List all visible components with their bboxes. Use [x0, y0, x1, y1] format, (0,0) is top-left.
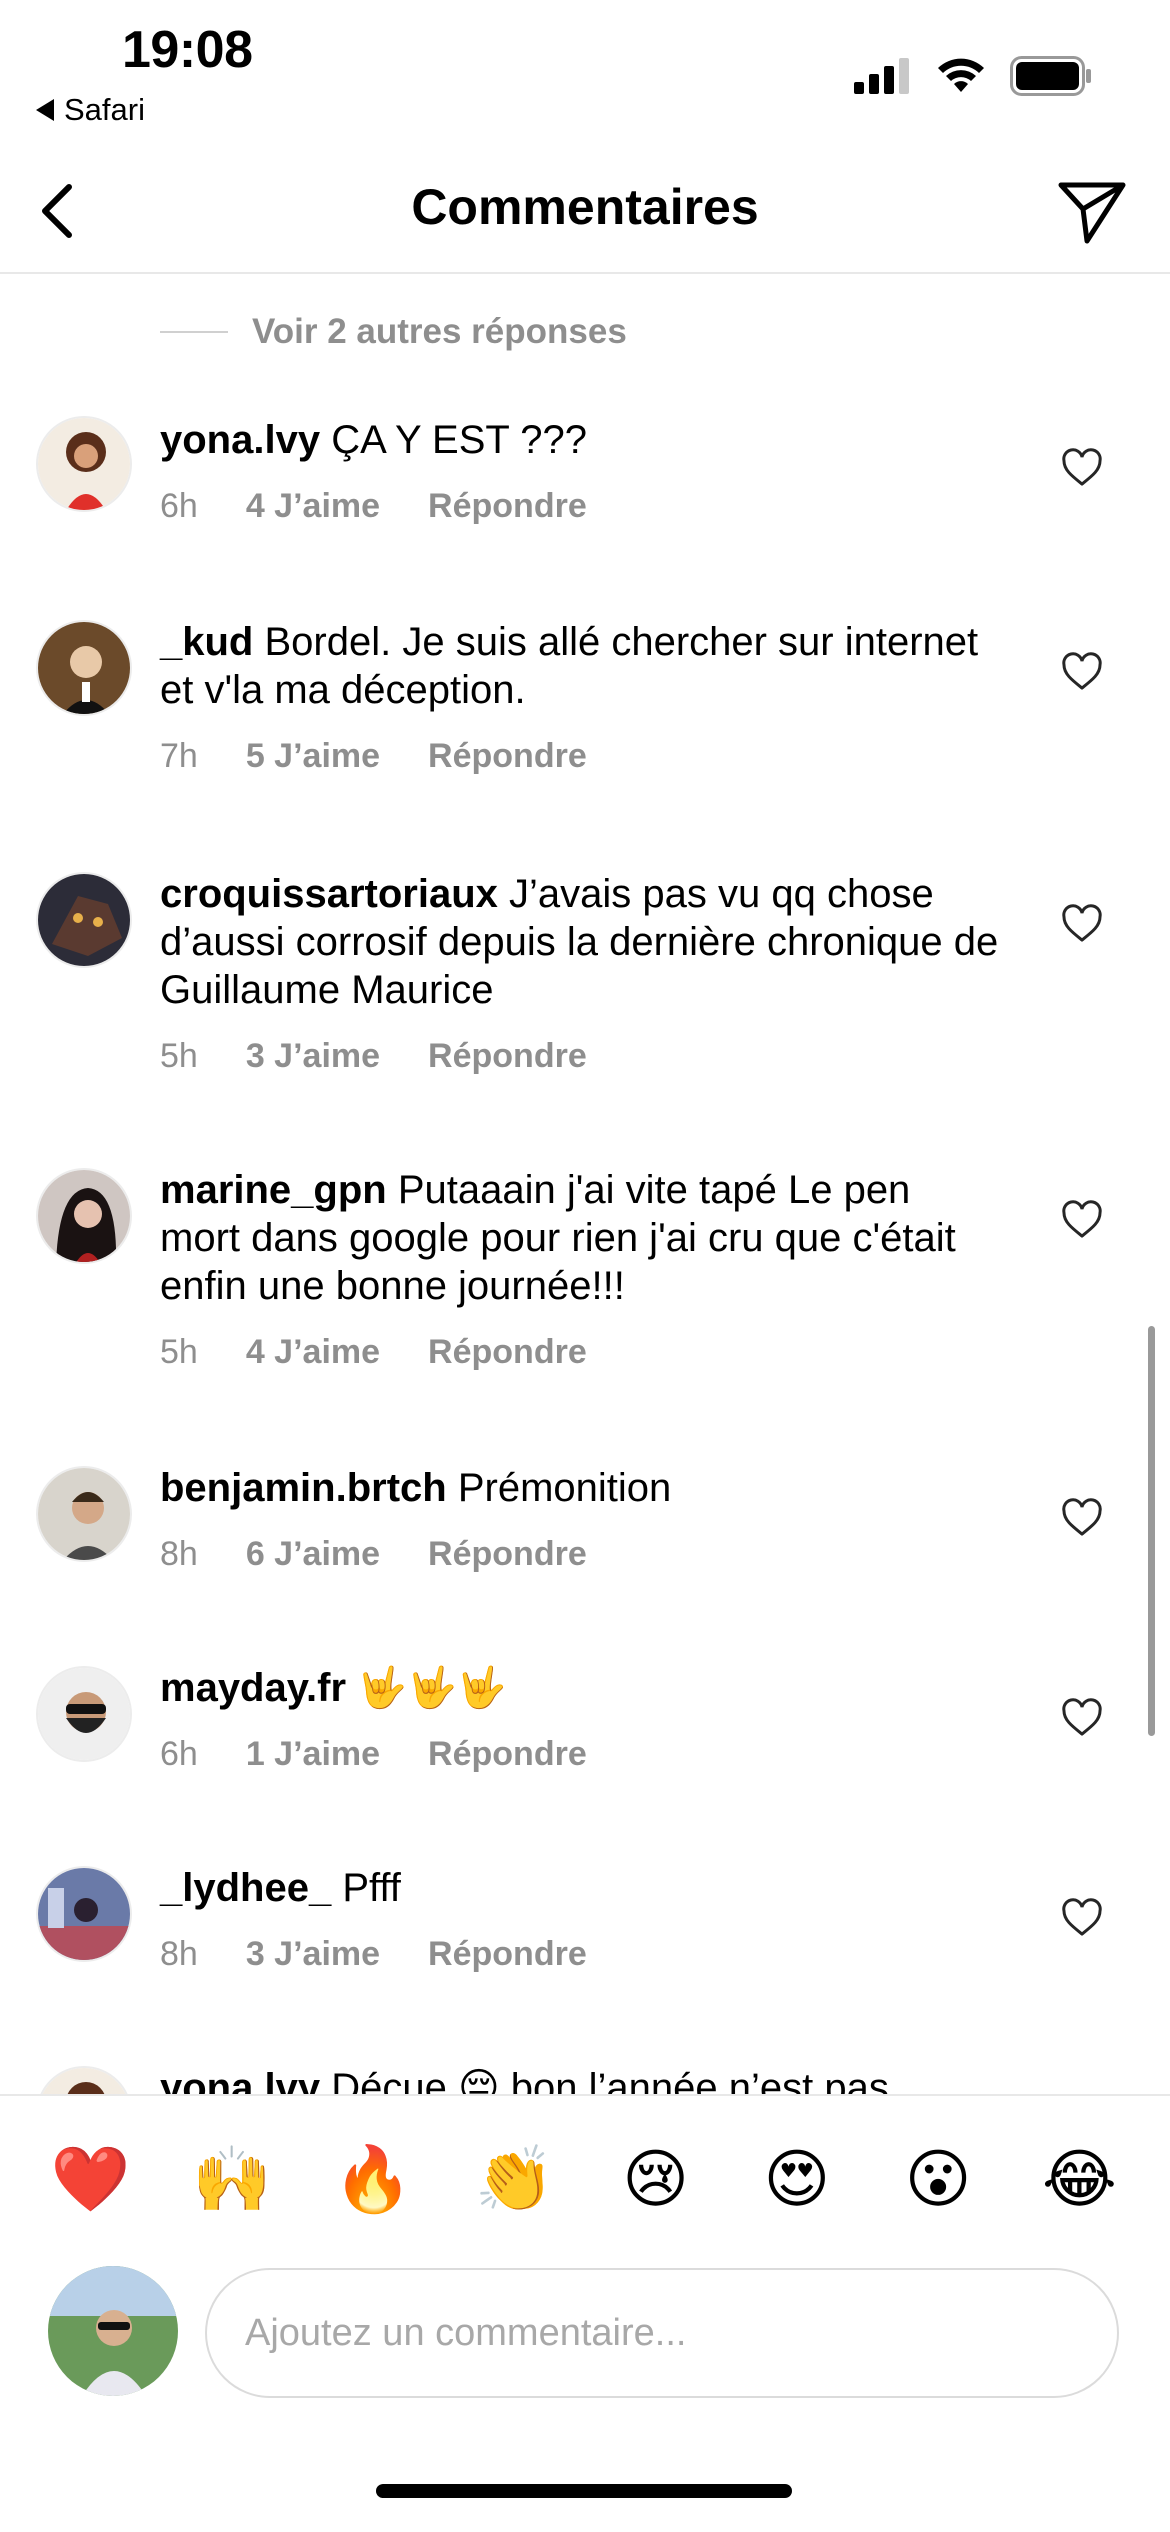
comment-body: yona.lvy ÇA Y EST ??? 6h 4 J’aime Répond… [160, 416, 1000, 530]
heart-outline-icon[interactable] [1060, 446, 1104, 490]
comment-input[interactable] [205, 2268, 1119, 2398]
status-time: 19:08 [122, 21, 253, 79]
share-button[interactable] [1054, 174, 1130, 250]
comment-time: 8h [160, 1935, 198, 1973]
comment-username[interactable]: marine_gpn [160, 1168, 387, 1212]
avatar[interactable] [36, 416, 132, 512]
emoji-fire-button[interactable]: 🔥 [333, 2147, 413, 2211]
reply-button[interactable]: Répondre [428, 1930, 587, 1978]
avatar[interactable] [36, 872, 132, 968]
page-title: Commentaires [411, 179, 759, 235]
comment-meta: 8h 3 J’aime Répondre [160, 1930, 1000, 1978]
comment-likes[interactable]: 6 J’aime [246, 1530, 380, 1578]
comment-text: Déçue 😔 bon l’année n’est pas [331, 2066, 889, 2094]
view-more-replies-button[interactable]: Voir 2 autres réponses [160, 312, 627, 352]
emoji-surprised-button[interactable]: 😮 [898, 2147, 978, 2211]
scrollbar[interactable] [1148, 1326, 1155, 1736]
comment-text: Pfff [342, 1866, 401, 1910]
comment-likes[interactable]: 1 J’aime [246, 1730, 380, 1778]
comment-time: 6h [160, 1735, 198, 1773]
comment-time: 8h [160, 1535, 198, 1573]
comment-likes[interactable]: 4 J’aime [246, 1328, 380, 1376]
comment-meta: 8h 6 J’aime Répondre [160, 1530, 1000, 1578]
reply-button[interactable]: Répondre [428, 1730, 587, 1778]
send-paper-plane-icon [1058, 182, 1126, 244]
comment-username[interactable]: yona.lvy [160, 2066, 320, 2094]
avatar[interactable] [36, 1666, 132, 1762]
emoji-heart-button[interactable]: ❤️ [51, 2147, 131, 2211]
comment-meta: 5h 4 J’aime Répondre [160, 1328, 1000, 1376]
home-indicator[interactable] [376, 2484, 792, 2498]
emoji-raised-hands-button[interactable]: 🙌 [192, 2147, 272, 2211]
header: Commentaires [0, 150, 1170, 274]
reply-button[interactable]: Répondre [428, 1530, 587, 1578]
comment-time: 5h [160, 1037, 198, 1075]
status-bar: 19:08 Safari [0, 0, 1170, 150]
comment-body: mayday.fr 🤟🤟🤟 6h 1 J’aime Répondre [160, 1664, 1000, 1778]
back-to-app-link[interactable]: Safari [36, 92, 145, 128]
heart-outline-icon[interactable] [1060, 1896, 1104, 1940]
divider-line [160, 331, 228, 333]
emoji-heart-eyes-button[interactable]: 😍 [757, 2147, 837, 2211]
comment-likes[interactable]: 3 J’aime [246, 1032, 380, 1080]
reply-button[interactable]: Répondre [428, 1328, 587, 1376]
comment-username[interactable]: yona.lvy [160, 418, 320, 462]
comment-text: Prémonition [457, 1466, 672, 1510]
reply-button[interactable]: Répondre [428, 1032, 587, 1080]
my-avatar [48, 2266, 178, 2396]
comment-text: ÇA Y EST ??? [331, 418, 587, 462]
comment-body: yona.lvy Déçue 😔 bon l’année n’est pas [160, 2064, 1000, 2094]
emoji-crying-button[interactable]: 😢 [616, 2147, 696, 2211]
comment-likes[interactable]: 3 J’aime [246, 1930, 380, 1978]
comment-username[interactable]: mayday.fr [160, 1666, 346, 1710]
comment-composer [0, 2262, 1170, 2410]
comment-username[interactable]: benjamin.brtch [160, 1466, 447, 1510]
comment-likes[interactable]: 4 J’aime [246, 482, 380, 530]
comment-meta: 5h 3 J’aime Répondre [160, 1032, 1000, 1080]
emoji-clap-button[interactable]: 👏 [474, 2147, 555, 2211]
comment-time: 5h [160, 1333, 198, 1371]
comment-meta: 6h 4 J’aime Répondre [160, 482, 1000, 530]
heart-outline-icon[interactable] [1060, 1496, 1104, 1540]
avatar[interactable] [36, 1866, 132, 1962]
comment-body: benjamin.brtch Prémonition 8h 6 J’aime R… [160, 1464, 1000, 1578]
comment-likes[interactable]: 5 J’aime [246, 732, 380, 780]
comment-username[interactable]: _lydhee_ [160, 1866, 331, 1910]
heart-outline-icon[interactable] [1060, 1696, 1104, 1740]
back-app-label: Safari [64, 92, 145, 127]
heart-outline-icon[interactable] [1060, 650, 1104, 694]
comment-username[interactable]: _kud [160, 620, 253, 664]
comment-body: _kud Bordel. Je suis allé chercher sur i… [160, 618, 1000, 780]
comment-meta: 6h 1 J’aime Répondre [160, 1730, 1000, 1778]
reply-button[interactable]: Répondre [428, 732, 587, 780]
comment-body: _lydhee_ Pfff 8h 3 J’aime Répondre [160, 1864, 1000, 1978]
comment-meta: 7h 5 J’aime Répondre [160, 732, 1000, 780]
battery-icon [1010, 56, 1091, 96]
heart-outline-icon[interactable] [1060, 1198, 1104, 1242]
avatar[interactable] [36, 1168, 132, 1264]
comment-list[interactable]: Voir 2 autres réponses yona.lvy ÇA Y EST… [0, 276, 1170, 2094]
back-triangle-icon [36, 99, 54, 121]
comment-time: 6h [160, 487, 198, 525]
comment-body: marine_gpn Putaaain j'ai vite tapé Le pe… [160, 1166, 1000, 1376]
emoji-laughing-button[interactable]: 😂 [1039, 2147, 1119, 2211]
status-icons [854, 56, 1092, 96]
wifi-icon [938, 58, 984, 92]
comment-text: Bordel. Je suis allé chercher sur intern… [160, 620, 979, 712]
avatar[interactable] [36, 1466, 132, 1562]
view-more-replies-label: Voir 2 autres réponses [252, 312, 627, 351]
comment-text: 🤟🤟🤟 [357, 1666, 507, 1710]
comment-time: 7h [160, 737, 198, 775]
heart-outline-icon[interactable] [1060, 902, 1104, 946]
avatar[interactable] [36, 2066, 132, 2094]
avatar[interactable] [36, 620, 132, 716]
comment-body: croquissartoriaux J’avais pas vu qq chos… [160, 870, 1000, 1080]
reply-button[interactable]: Répondre [428, 482, 587, 530]
comment-username[interactable]: croquissartoriaux [160, 872, 498, 916]
emoji-reaction-bar: ❤️ 🙌 🔥 👏 😢 😍 😮 😂 [0, 2094, 1170, 2262]
signal-icon [854, 58, 909, 94]
